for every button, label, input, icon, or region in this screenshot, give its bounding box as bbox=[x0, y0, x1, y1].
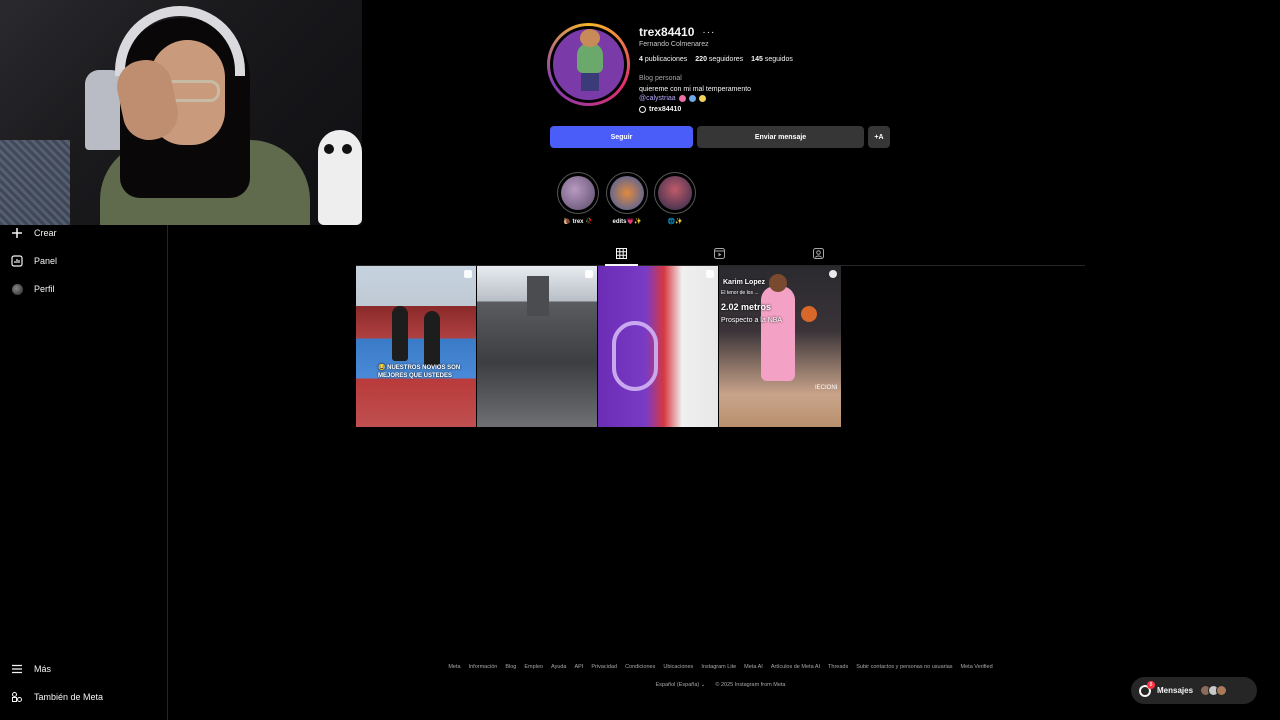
messages-button[interactable]: 8 Mensajes bbox=[1131, 677, 1257, 704]
sidebar-item-label: Crear bbox=[34, 228, 57, 238]
sidebar-item-perfil[interactable]: Perfil bbox=[10, 278, 55, 300]
messenger-icon: 8 bbox=[1139, 680, 1155, 697]
tab-tagged[interactable] bbox=[811, 246, 825, 260]
sidebar-item-panel[interactable]: Panel bbox=[10, 250, 57, 272]
profile-picture[interactable] bbox=[547, 23, 630, 106]
username-row: trex84410 ··· bbox=[639, 25, 715, 39]
follow-button[interactable]: Seguir bbox=[550, 126, 693, 148]
sidebar-item-label: También de Meta bbox=[34, 692, 104, 702]
footer-link[interactable]: Meta Verified bbox=[961, 664, 993, 670]
post-thumbnail[interactable]: 😂 NUESTROS NOVIOS SON MEJORES QUE USTEDE… bbox=[356, 266, 476, 427]
meta-apps-icon bbox=[10, 690, 24, 704]
language-selector[interactable]: Español (España) ⌄ bbox=[656, 682, 706, 688]
suggest-users-button[interactable]: +A bbox=[868, 126, 890, 148]
footer-bottom: Español (España) ⌄ © 2025 Instagram from… bbox=[356, 682, 1085, 688]
send-message-button[interactable]: Enviar mensaje bbox=[697, 126, 864, 148]
post-caption-line: Prospecto a la NBA bbox=[721, 317, 783, 324]
highlight-label: 🐌 trex 🥀 bbox=[563, 219, 593, 225]
full-name: Fernando Colmenarez bbox=[639, 41, 709, 48]
sidebar-item-crear[interactable]: Crear bbox=[10, 222, 57, 244]
footer-links: Meta Información Blog Empleo Ayuda API P… bbox=[356, 664, 1085, 670]
tab-posts-grid[interactable] bbox=[614, 246, 628, 260]
footer-link[interactable]: Condiciones bbox=[625, 664, 655, 670]
posts-count: 4 publicaciones bbox=[639, 56, 688, 63]
threads-handle: trex84410 bbox=[649, 106, 682, 113]
following-count[interactable]: 145 seguidos bbox=[751, 56, 793, 63]
bio-mention: @calystriaa bbox=[639, 95, 706, 102]
multi-post-icon bbox=[585, 270, 593, 278]
unread-badge: 8 bbox=[1147, 680, 1155, 689]
multi-post-icon bbox=[464, 270, 472, 278]
story-highlight[interactable]: 🐌 trex 🥀 bbox=[557, 172, 599, 225]
sidebar-item-meta[interactable]: También de Meta bbox=[10, 686, 103, 708]
plus-icon bbox=[10, 226, 24, 240]
footer-link[interactable]: Meta AI bbox=[744, 664, 763, 670]
more-options-icon[interactable]: ··· bbox=[702, 27, 715, 38]
footer-link[interactable]: Ubicaciones bbox=[663, 664, 693, 670]
mention-link[interactable]: @calystriaa bbox=[639, 95, 676, 102]
post-thumbnail[interactable] bbox=[598, 266, 718, 427]
footer-link[interactable]: Artículos de Meta AI bbox=[771, 664, 820, 670]
footer-link[interactable]: API bbox=[575, 664, 584, 670]
webcam-overlay bbox=[0, 0, 362, 225]
post-thumbnail[interactable]: Karim Lopez El tenor de los ... 2.02 met… bbox=[719, 266, 841, 427]
profile-bio: quiereme con mi mal temperamento bbox=[639, 86, 752, 93]
chevron-down-icon: ⌄ bbox=[700, 682, 706, 688]
post-caption-height: 2.02 metros bbox=[721, 302, 772, 312]
footer-link[interactable]: Subir contactos y personas no usuarias bbox=[856, 664, 952, 670]
post-background-text: IECIONI bbox=[815, 385, 838, 391]
tab-reels[interactable] bbox=[712, 246, 726, 260]
post-caption-name: Karim Lopez bbox=[723, 279, 766, 286]
app-root: Crear Panel Perfil Más También de Meta t… bbox=[0, 0, 1280, 720]
globe-emoji-icon bbox=[688, 95, 696, 102]
footer-link[interactable]: Información bbox=[469, 664, 498, 670]
profile-stats: 4 publicaciones 220 seguidores 145 segui… bbox=[639, 56, 793, 63]
messages-label: Mensajes bbox=[1157, 686, 1194, 695]
reels-icon bbox=[713, 247, 725, 259]
followers-count[interactable]: 220 seguidores bbox=[695, 56, 743, 63]
highlight-label: edits💗✨ bbox=[612, 219, 642, 225]
story-highlight[interactable]: edits💗✨ bbox=[606, 172, 648, 225]
avatar bbox=[1216, 685, 1228, 696]
grid-icon bbox=[615, 247, 627, 259]
post-thumbnail[interactable] bbox=[477, 266, 597, 427]
highlight-label: 🌐✨ bbox=[667, 219, 683, 225]
menu-icon bbox=[10, 662, 24, 676]
post-overlay-text: 😂 NUESTROS NOVIOS SON MEJORES QUE USTEDE… bbox=[378, 365, 461, 379]
footer-link[interactable]: Meta bbox=[448, 664, 460, 670]
profile-avatar-icon bbox=[10, 282, 24, 296]
sidebar-item-label: Panel bbox=[34, 256, 58, 266]
reel-play-icon bbox=[829, 270, 837, 278]
footer-link[interactable]: Ayuda bbox=[551, 664, 567, 670]
tagged-icon bbox=[812, 247, 824, 259]
threads-icon bbox=[639, 106, 646, 113]
copyright: © 2025 Instagram from Meta bbox=[715, 682, 786, 688]
footer-link[interactable]: Threads bbox=[828, 664, 848, 670]
chart-icon bbox=[10, 254, 24, 268]
threads-link[interactable]: trex84410 bbox=[639, 106, 681, 113]
sidebar-item-label: Perfil bbox=[34, 284, 55, 294]
story-highlight[interactable]: 🌐✨ bbox=[654, 172, 696, 225]
footer-link[interactable]: Privacidad bbox=[591, 664, 617, 670]
sidebar-item-mas[interactable]: Más bbox=[10, 658, 51, 680]
multi-post-icon bbox=[706, 270, 714, 278]
username: trex84410 bbox=[639, 25, 695, 39]
heart-emoji-icon bbox=[678, 95, 686, 102]
profile-category: Blog personal bbox=[639, 75, 682, 82]
footer-link[interactable]: Blog bbox=[505, 664, 516, 670]
sidebar-item-label: Más bbox=[34, 664, 52, 674]
post-caption-line: El tenor de los ... bbox=[721, 290, 759, 296]
recent-chat-avatars bbox=[1200, 685, 1228, 696]
footer-link[interactable]: Instagram Lite bbox=[701, 664, 736, 670]
footer-link[interactable]: Empleo bbox=[524, 664, 543, 670]
sparkles-emoji-icon bbox=[698, 95, 706, 102]
